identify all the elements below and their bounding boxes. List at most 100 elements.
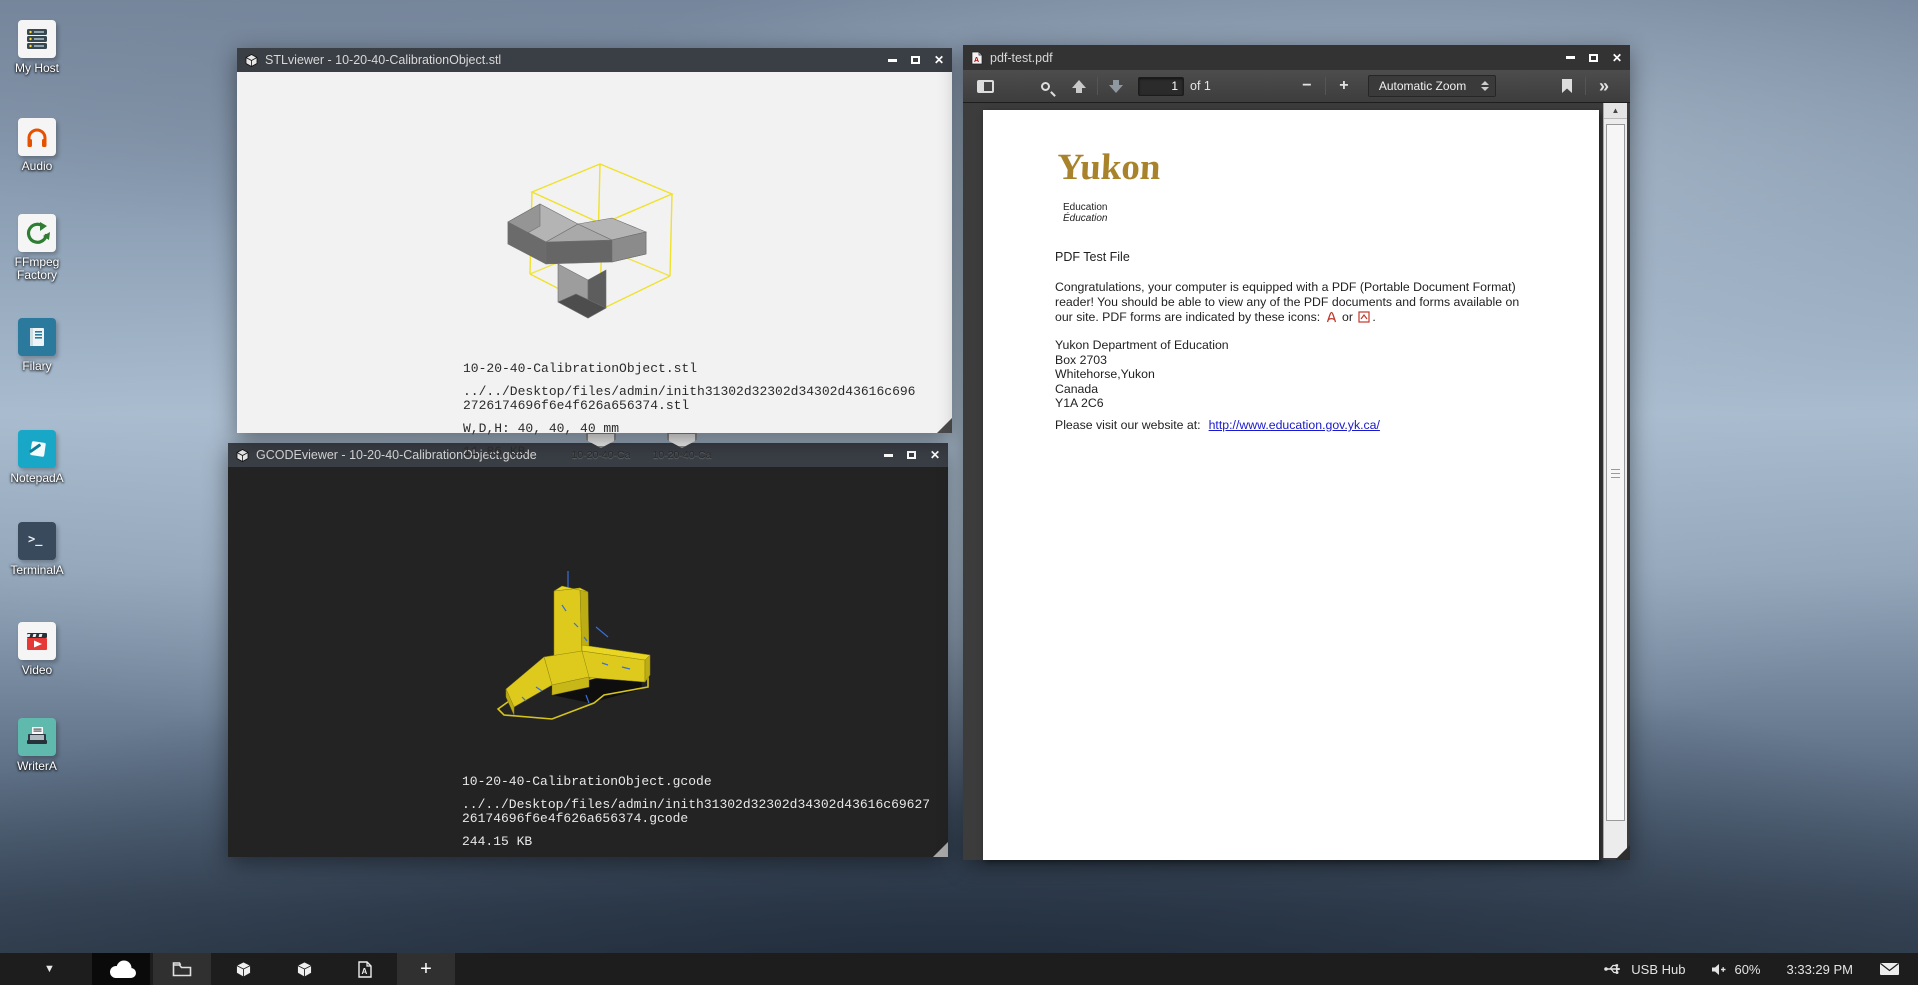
svg-text:A: A	[974, 57, 979, 64]
zoom-level-value: Automatic Zoom	[1379, 79, 1466, 93]
desktop-icon-filary[interactable]: Filary	[8, 318, 66, 373]
close-icon[interactable]: ✕	[934, 55, 944, 65]
desktop-icon-terminala[interactable]: >_ TerminalA	[8, 522, 66, 577]
paragraph-line: reader! You should be able to view any o…	[1055, 295, 1519, 310]
previous-page-button[interactable]	[1067, 74, 1091, 98]
address-line: Yukon Department of Education	[1055, 338, 1229, 353]
address-line: Box 2703	[1055, 353, 1229, 368]
address-line: Canada	[1055, 382, 1229, 397]
close-icon[interactable]: ✕	[930, 450, 940, 460]
adobe-reader-icon	[1326, 311, 1337, 327]
paragraph-line: Congratulations, your computer is equipp…	[1055, 280, 1519, 295]
usb-label: USB Hub	[1631, 962, 1685, 977]
next-page-button[interactable]	[1104, 74, 1128, 98]
cloud-icon	[105, 959, 137, 979]
stl-model	[480, 142, 700, 332]
stl-path-line2: 2726174696f6e4f626a656374.stl	[463, 399, 915, 413]
cube-icon	[245, 54, 258, 67]
pdf-content-area[interactable]: Yukon Education Éducation PDF Test File …	[963, 103, 1630, 860]
resize-grip[interactable]	[933, 842, 948, 857]
gcode-file-info: 10-20-40-CalibrationObject.gcode ../../D…	[462, 775, 930, 849]
paragraph-or: or	[1342, 310, 1353, 324]
desktop-icon-ffmpeg-factory[interactable]: FFmpeg Factory	[8, 214, 66, 282]
minimize-button[interactable]	[1566, 56, 1575, 59]
zoom-out-button[interactable]: −	[1295, 74, 1319, 98]
page-count-label: of 1	[1190, 79, 1211, 93]
taskbar-collapse-button[interactable]: ▼	[44, 953, 55, 985]
volume-status[interactable]: 60%	[1711, 962, 1760, 977]
paragraph-period: .	[1372, 310, 1375, 324]
desktop-icon-my-host[interactable]: My Host	[8, 20, 66, 75]
gcodeviewer-window: GCODEviewer - 10-20-40-CalibrationObject…	[228, 443, 948, 857]
recycle-arrows-icon	[18, 214, 56, 252]
select-arrows-icon	[1481, 81, 1489, 91]
desktop-icon-video[interactable]: Video	[8, 622, 66, 677]
pdf-toolbar: of 1 − + Automatic Zoom »	[963, 70, 1630, 103]
cube-icon	[296, 961, 313, 978]
scrollbar-thumb[interactable]	[1606, 124, 1625, 821]
cube-icon	[236, 449, 249, 462]
taskbar-cloud-button[interactable]	[92, 953, 150, 985]
maximize-button[interactable]	[1589, 54, 1598, 62]
gcode-path-line2: 26174696f6e4f626a656374.gcode	[462, 812, 930, 826]
minimize-button[interactable]	[888, 59, 897, 62]
maximize-button[interactable]	[911, 56, 920, 64]
desktop-icon-label: Audio	[8, 160, 66, 173]
resize-grip[interactable]	[1615, 845, 1630, 860]
desktop-icon-label: TerminalA	[8, 564, 66, 577]
close-icon[interactable]: ✕	[1612, 53, 1622, 63]
address-line: Whitehorse,Yukon	[1055, 367, 1229, 382]
stlviewer-window: STLviewer - 10-20-40-CalibrationObject.s…	[237, 48, 952, 433]
desktop-icon-audio[interactable]: Audio	[8, 118, 66, 173]
svg-text:A: A	[362, 967, 368, 976]
stlviewer-titlebar[interactable]: STLviewer - 10-20-40-CalibrationObject.s…	[237, 48, 952, 72]
svg-text:>_: >_	[28, 532, 43, 547]
zoom-in-button[interactable]: +	[1332, 74, 1356, 98]
stl-dimensions: W,D,H: 40, 40, 40 mm	[463, 422, 915, 436]
taskbar-pdf-button[interactable]: A	[336, 953, 394, 985]
pdf-titlebar[interactable]: A pdf-test.pdf ✕	[963, 45, 1630, 70]
website-link[interactable]: http://www.education.gov.yk.ca/	[1209, 418, 1380, 432]
stl-filesize: 11.86 KB	[463, 445, 915, 459]
desktop-icon-label: My Host	[8, 62, 66, 75]
visit-line: Please visit our website at: http://www.e…	[1055, 418, 1380, 432]
gcode-filename: 10-20-40-CalibrationObject.gcode	[462, 775, 930, 789]
address-block: Yukon Department of Education Box 2703 W…	[1055, 338, 1229, 411]
desktop-icon-notepada[interactable]: NotepadA	[8, 430, 66, 485]
desktop-icon-writera[interactable]: WriterA	[8, 718, 66, 773]
taskbar: ▼	[0, 953, 1918, 985]
typewriter-icon	[18, 718, 56, 756]
book-icon	[18, 318, 56, 356]
pdf-scrollbar[interactable]: ▲	[1603, 103, 1627, 858]
scrollbar-up-button[interactable]: ▲	[1604, 103, 1627, 119]
visit-text: Please visit our website at:	[1055, 418, 1201, 432]
search-button[interactable]	[1033, 74, 1057, 98]
bookmark-button[interactable]	[1555, 74, 1579, 98]
taskbar-gcodeviewer-button[interactable]	[275, 953, 333, 985]
desktop-icon-label: Filary	[8, 360, 66, 373]
taskbar-new-window-button[interactable]: +	[397, 953, 455, 985]
gcode-filesize: 244.15 KB	[462, 835, 930, 849]
stl-file-info: 10-20-40-CalibrationObject.stl ../../Des…	[463, 362, 915, 459]
resize-grip[interactable]	[937, 418, 952, 433]
page-number-input[interactable]	[1138, 77, 1184, 96]
desktop-icon-label: WriterA	[8, 760, 66, 773]
envelope-icon[interactable]	[1879, 962, 1900, 976]
yukon-logo: Yukon	[1056, 146, 1162, 189]
clock[interactable]: 3:33:29 PM	[1787, 962, 1854, 977]
stl-viewport[interactable]: 10-20-40-CalibrationObject.stl ../../Des…	[237, 72, 952, 433]
sidebar-toggle-button[interactable]	[973, 74, 997, 98]
pdf-file-icon: A	[358, 961, 372, 978]
pdf-file-icon: A	[971, 51, 983, 65]
stl-filename: 10-20-40-CalibrationObject.stl	[463, 362, 915, 376]
window-title: pdf-test.pdf	[990, 51, 1053, 65]
toolbar-overflow-button[interactable]: »	[1592, 74, 1616, 98]
pdf-form-icon	[1358, 311, 1370, 327]
taskbar-stlviewer-button[interactable]	[214, 953, 272, 985]
taskbar-files-button[interactable]	[153, 953, 211, 985]
gcode-viewport[interactable]: 10-20-40-CalibrationObject.gcode ../../D…	[228, 467, 948, 857]
usb-status[interactable]: USB Hub	[1603, 962, 1685, 977]
desktop: My Host Audio FFmpeg Factory	[0, 0, 1918, 985]
zoom-level-select[interactable]: Automatic Zoom	[1368, 75, 1496, 97]
clapperboard-icon	[18, 622, 56, 660]
